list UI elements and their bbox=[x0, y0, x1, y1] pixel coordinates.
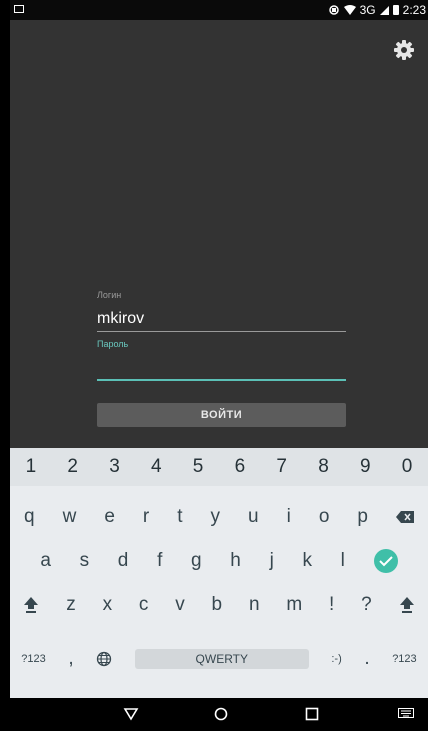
login-button[interactable]: ВОЙТИ bbox=[97, 403, 346, 427]
key-v[interactable]: v bbox=[175, 594, 185, 616]
key-i[interactable]: i bbox=[287, 506, 291, 528]
key-y[interactable]: y bbox=[211, 506, 221, 528]
number-row: 1 2 3 4 5 6 7 8 9 0 bbox=[10, 448, 428, 486]
key-b[interactable]: b bbox=[212, 594, 223, 616]
key-4[interactable]: 4 bbox=[135, 448, 177, 486]
navigation-bar bbox=[10, 698, 428, 731]
network-type: 3G bbox=[359, 3, 376, 17]
key-q[interactable]: q bbox=[24, 506, 35, 528]
symbols-key[interactable]: ?123 bbox=[21, 653, 45, 665]
login-screen: Логин mkirov Пароль ВОЙТИ bbox=[10, 20, 428, 448]
settings-gear-icon[interactable] bbox=[392, 38, 416, 62]
key-6[interactable]: 6 bbox=[219, 448, 261, 486]
key-k[interactable]: k bbox=[302, 550, 312, 572]
key-exclamation[interactable]: ! bbox=[329, 594, 334, 616]
key-s[interactable]: s bbox=[80, 550, 90, 572]
login-label: Логин bbox=[97, 290, 122, 300]
emoticon-key[interactable]: :-) bbox=[331, 653, 341, 665]
key-o[interactable]: o bbox=[319, 506, 330, 528]
key-m[interactable]: m bbox=[286, 594, 302, 616]
key-z[interactable]: z bbox=[66, 594, 76, 616]
key-n[interactable]: n bbox=[249, 594, 260, 616]
keyboard-row-3: z x c v b n m ! ? bbox=[10, 584, 428, 626]
key-7[interactable]: 7 bbox=[261, 448, 303, 486]
recents-icon[interactable] bbox=[305, 707, 319, 721]
key-u[interactable]: u bbox=[248, 506, 259, 528]
key-f[interactable]: f bbox=[157, 550, 162, 572]
key-c[interactable]: c bbox=[139, 594, 149, 616]
comma-key[interactable]: , bbox=[68, 648, 73, 670]
shift-left-icon[interactable] bbox=[23, 596, 39, 614]
sync-icon bbox=[328, 5, 339, 15]
enter-check-icon[interactable] bbox=[373, 549, 398, 573]
globe-icon[interactable] bbox=[96, 651, 112, 667]
key-w[interactable]: w bbox=[63, 506, 77, 528]
key-9[interactable]: 9 bbox=[344, 448, 386, 486]
key-e[interactable]: e bbox=[104, 506, 115, 528]
key-question[interactable]: ? bbox=[361, 594, 372, 616]
key-8[interactable]: 8 bbox=[303, 448, 345, 486]
screenshot-notification-icon bbox=[14, 5, 24, 13]
key-l[interactable]: l bbox=[341, 550, 345, 572]
key-x[interactable]: x bbox=[103, 594, 113, 616]
key-5[interactable]: 5 bbox=[177, 448, 219, 486]
period-key[interactable]: . bbox=[364, 648, 369, 670]
password-label: Пароль bbox=[97, 339, 129, 349]
symbols-key-right[interactable]: ?123 bbox=[392, 653, 416, 665]
back-icon[interactable] bbox=[123, 707, 139, 721]
keyboard-switch-icon[interactable] bbox=[398, 708, 414, 720]
key-g[interactable]: g bbox=[191, 550, 202, 572]
login-underline bbox=[97, 331, 346, 332]
soft-keyboard: 1 2 3 4 5 6 7 8 9 0 q w e r t y u i o p … bbox=[10, 448, 428, 698]
key-t[interactable]: t bbox=[177, 506, 182, 528]
key-h[interactable]: h bbox=[230, 550, 241, 572]
key-a[interactable]: a bbox=[40, 550, 51, 572]
key-d[interactable]: d bbox=[118, 550, 129, 572]
battery-icon bbox=[392, 5, 399, 15]
keyboard-row-1: q w e r t y u i o p bbox=[10, 496, 428, 538]
key-1[interactable]: 1 bbox=[10, 448, 52, 486]
signal-icon bbox=[379, 5, 389, 15]
password-input[interactable] bbox=[97, 379, 346, 381]
shift-right-icon[interactable] bbox=[399, 596, 415, 614]
key-p[interactable]: p bbox=[357, 506, 368, 528]
key-j[interactable]: j bbox=[270, 550, 274, 572]
status-bar: 3G 2:23 bbox=[10, 0, 428, 20]
home-icon[interactable] bbox=[214, 707, 228, 721]
status-icons: 3G 2:23 bbox=[328, 2, 426, 18]
backspace-icon[interactable] bbox=[395, 511, 414, 523]
key-r[interactable]: r bbox=[143, 506, 149, 528]
key-2[interactable]: 2 bbox=[52, 448, 94, 486]
login-input[interactable]: mkirov bbox=[97, 310, 144, 328]
key-0[interactable]: 0 bbox=[386, 448, 428, 486]
wifi-icon bbox=[343, 5, 356, 15]
clock: 2:23 bbox=[402, 3, 426, 17]
keyboard-bottom-row: ?123 , QWERTY :-) . ?123 bbox=[10, 641, 428, 677]
space-bar[interactable]: QWERTY bbox=[134, 649, 309, 669]
key-3[interactable]: 3 bbox=[94, 448, 136, 486]
keyboard-row-2: a s d f g h j k l bbox=[10, 540, 428, 582]
